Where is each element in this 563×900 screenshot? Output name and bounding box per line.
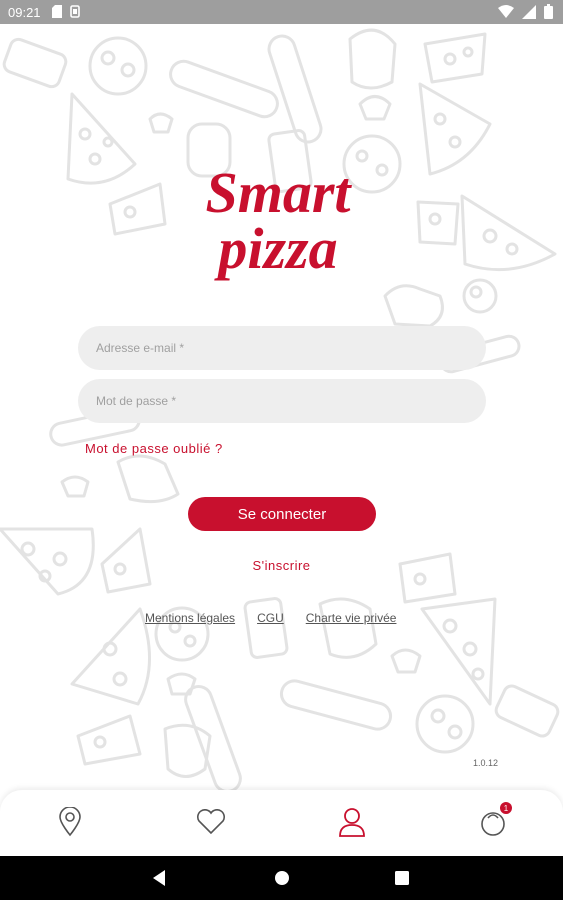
nav-favorites[interactable] (194, 804, 228, 840)
back-icon[interactable] (150, 868, 170, 888)
legal-notice-link[interactable]: Mentions légales (145, 611, 235, 625)
battery-icon (544, 4, 553, 19)
signup-link[interactable]: S'inscrire (0, 558, 563, 573)
signal-icon (522, 4, 536, 19)
svg-text:pizza: pizza (213, 216, 337, 281)
nav-account[interactable] (335, 804, 369, 840)
android-nav-bar (0, 856, 563, 900)
login-button[interactable]: Se connecter (188, 497, 376, 531)
status-bar: 09:21 (0, 0, 563, 24)
home-icon[interactable] (272, 868, 292, 888)
cart-badge: 1 (500, 802, 512, 814)
notification-icon (70, 5, 80, 18)
bottom-navigation: 1 (0, 790, 563, 856)
wifi-icon (498, 4, 514, 18)
user-icon (339, 808, 365, 837)
email-field[interactable] (78, 326, 486, 370)
sd-card-icon (52, 5, 62, 18)
heart-icon (196, 809, 226, 835)
privacy-policy-link[interactable]: Charte vie privée (306, 611, 397, 625)
location-pin-icon (59, 807, 81, 837)
recents-icon[interactable] (392, 868, 412, 888)
password-field[interactable] (78, 379, 486, 423)
cgu-link[interactable]: CGU (257, 611, 284, 625)
nav-location[interactable] (53, 804, 87, 840)
nav-cart[interactable]: 1 (476, 802, 512, 840)
smart-pizza-logo: Smart pizza (205, 160, 352, 281)
app-version: 1.0.12 (472, 758, 498, 768)
status-time: 09:21 (8, 5, 41, 20)
forgot-password-link[interactable]: Mot de passe oublié ? (85, 441, 223, 456)
legal-links: Mentions légales CGU Charte vie privée (145, 611, 396, 625)
